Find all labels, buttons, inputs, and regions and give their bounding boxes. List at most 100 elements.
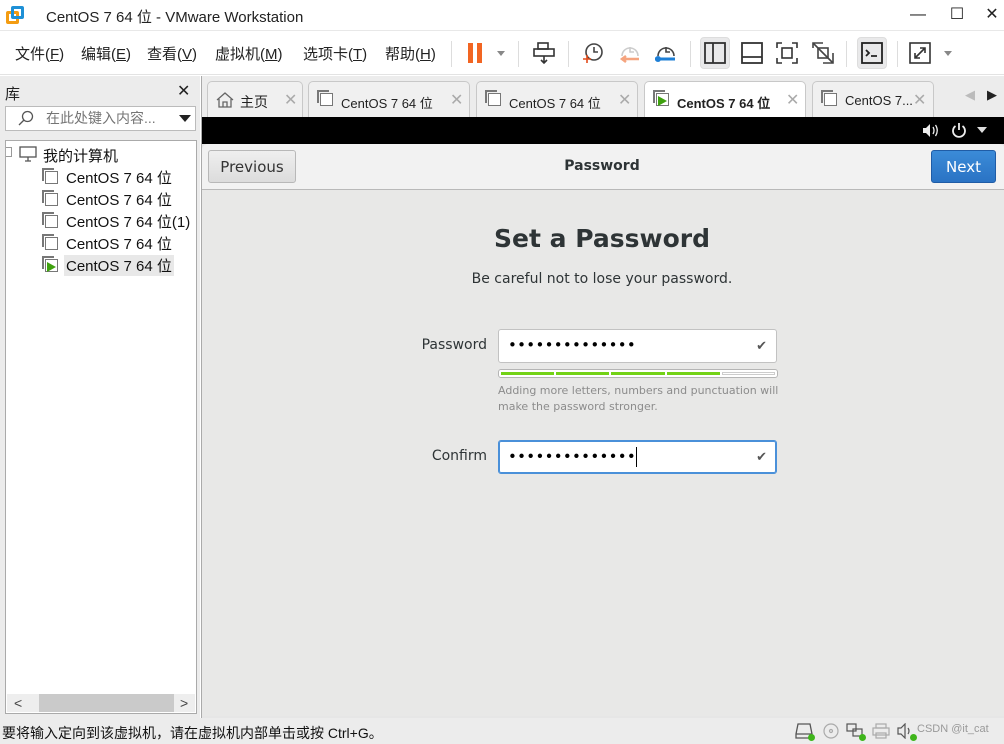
watermark: CSDN @it_cat [917, 723, 989, 735]
menu-label-end: ) [126, 46, 132, 63]
minimize-button[interactable]: — [906, 4, 930, 26]
menu-help[interactable]: 帮助(H) [385, 43, 436, 64]
window-title: CentOS 7 64 位 - VMware Workstation [46, 9, 304, 26]
search-input[interactable] [46, 110, 168, 126]
sound-card-icon[interactable] [897, 722, 917, 741]
console-icon [861, 42, 883, 64]
tab-vm-active[interactable]: CentOS 7 64 位 ✕ [644, 81, 806, 118]
scroll-left-button[interactable]: < [14, 694, 22, 712]
close-library-button[interactable]: ✕ [177, 81, 190, 101]
tab-close-button[interactable]: ✕ [284, 90, 297, 110]
computer-icon [19, 146, 37, 162]
confirm-password-field[interactable]: •••••••••••••• ✔ [498, 440, 777, 474]
guest-top-bar [202, 117, 1004, 144]
vm-icon [317, 90, 335, 108]
scrollbar-thumb[interactable] [39, 694, 174, 712]
system-menu-dropdown-icon[interactable] [977, 127, 987, 133]
menu-edit[interactable]: 编辑(E) [81, 43, 131, 64]
tab-close-button[interactable]: ✕ [450, 90, 463, 110]
network-adapter-icon[interactable] [846, 723, 866, 741]
close-window-button[interactable]: ✕ [980, 4, 1004, 26]
strength-segment-filled [501, 372, 555, 375]
hard-disk-icon[interactable] [795, 723, 815, 741]
search-dropdown-icon[interactable] [179, 115, 191, 122]
tree-item-label: CentOS 7 64 位 [64, 255, 174, 276]
tree-root-my-computer[interactable]: 我的计算机 [6, 143, 196, 165]
menu-tabs[interactable]: 选项卡(T) [303, 43, 367, 64]
tree-expander-icon[interactable] [6, 147, 12, 157]
tab-vm[interactable]: CentOS 7 64 位 ✕ [476, 81, 638, 117]
menu-accel: F [50, 46, 60, 63]
menu-label: 帮助( [385, 46, 420, 63]
tab-close-button[interactable]: ✕ [786, 90, 799, 110]
vm-icon [42, 212, 60, 230]
volume-icon[interactable] [922, 123, 940, 138]
vm-running-icon [653, 90, 671, 108]
tab-scroll-left-button[interactable]: ◀ [965, 87, 975, 103]
pause-button[interactable] [460, 37, 508, 69]
horizontal-scrollbar[interactable]: < > [7, 694, 195, 712]
revert-snapshot-button[interactable] [614, 37, 644, 69]
menu-label: 选项卡( [303, 46, 353, 63]
thumbnail-bar-icon [741, 42, 763, 64]
tree-root-label: 我的计算机 [43, 148, 119, 165]
strength-segment-filled [666, 372, 720, 375]
vm-guest-screen[interactable]: Previous Password Next Set a Password Be… [202, 144, 1004, 716]
title-bar: CentOS 7 64 位 - VMware Workstation — ☐ ✕ [0, 0, 1004, 31]
password-field[interactable]: •••••••••••••• ✔ [498, 329, 777, 363]
next-button[interactable]: Next [931, 150, 996, 183]
unity-button[interactable] [808, 37, 838, 69]
confirm-value: •••••••••••••• [508, 447, 638, 467]
menu-accel: M [265, 46, 278, 63]
maximize-button[interactable]: ☐ [945, 4, 969, 26]
take-snapshot-button[interactable] [578, 37, 608, 69]
library-search[interactable] [5, 106, 196, 131]
library-panel: 库 ✕ 我的计算机 CentOS 7 64 位 CentOS 7 64 位 Ce… [0, 76, 200, 718]
search-icon [18, 110, 34, 126]
scroll-right-button[interactable]: > [180, 694, 188, 712]
password-value: •••••••••••••• [508, 336, 637, 354]
menu-vm[interactable]: 虚拟机(M) [215, 43, 283, 64]
tab-label: 主页 [240, 94, 268, 110]
status-bar: 要将输入定向到该虚拟机，请在虚拟机内部单击或按 Ctrl+G。 CSDN @it… [0, 718, 1004, 744]
tab-close-button[interactable]: ✕ [913, 90, 926, 110]
tab-label: CentOS 7 64 位 [341, 96, 433, 111]
header-title: Password [564, 158, 640, 174]
tab-label: CentOS 7... [845, 93, 913, 108]
menu-accel: T [353, 46, 363, 63]
strength-segment-filled [556, 372, 610, 375]
tab-vm[interactable]: CentOS 7 64 位 ✕ [308, 81, 470, 117]
menu-label-end: ) [59, 46, 65, 63]
send-keys-icon [533, 42, 555, 65]
tab-vm[interactable]: CentOS 7... ✕ [812, 81, 934, 117]
printer-icon[interactable] [872, 723, 890, 739]
full-screen-button[interactable] [772, 37, 802, 69]
vm-icon [42, 168, 60, 186]
confirm-label: Confirm [431, 448, 487, 464]
password-strength-bar [498, 369, 778, 378]
tab-scroll-right-button[interactable]: ▶ [987, 87, 997, 103]
unity-icon [812, 42, 834, 64]
menu-label: 虚拟机( [215, 46, 265, 63]
tab-close-button[interactable]: ✕ [618, 90, 631, 110]
stretch-guest-button[interactable] [907, 37, 955, 69]
console-view-button[interactable] [857, 37, 887, 69]
tree-item-label: CentOS 7 64 位(1) [66, 214, 191, 231]
menu-accel: H [420, 46, 431, 63]
send-ctrl-alt-del-button[interactable] [529, 37, 559, 69]
cd-dvd-icon[interactable] [822, 723, 840, 739]
snapshot-revert-icon [619, 47, 639, 63]
tab-home[interactable]: 主页 ✕ [207, 81, 303, 117]
thumbnail-bar-button[interactable] [737, 37, 767, 69]
power-icon[interactable] [951, 122, 967, 138]
menu-view[interactable]: 查看(V) [147, 43, 197, 64]
menu-file[interactable]: 文件(F) [15, 43, 64, 64]
library-view-icon [704, 42, 726, 64]
toolbar-separator [846, 41, 847, 67]
snapshot-take-icon [583, 43, 603, 63]
vm-icon [485, 90, 503, 108]
show-library-button[interactable] [700, 37, 730, 69]
toolbar-separator [568, 41, 569, 67]
tab-bar: 主页 ✕ CentOS 7 64 位 ✕ CentOS 7 64 位 ✕ Cen… [202, 76, 1004, 118]
snapshot-manager-button[interactable] [650, 37, 680, 69]
